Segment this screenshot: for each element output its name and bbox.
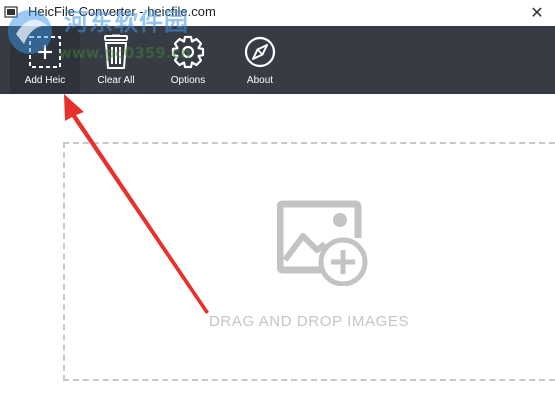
clear-all-label: Clear All <box>97 75 135 86</box>
app-icon <box>4 6 18 18</box>
drop-zone-text: DRAG AND DROP IMAGES <box>209 313 410 330</box>
clear-all-button[interactable]: Clear All <box>81 26 151 94</box>
add-heic-label: Add Heic <box>24 75 66 86</box>
close-icon: ✕ <box>530 5 544 22</box>
about-label: About <box>246 75 274 86</box>
options-button[interactable]: Options <box>153 26 223 94</box>
compass-icon <box>244 36 276 68</box>
gear-icon <box>171 35 205 69</box>
title-bar: HeicFile Converter - heicfile.com ✕ <box>0 0 555 26</box>
window-title: HeicFile Converter - heicfile.com <box>28 4 216 19</box>
add-heic-button[interactable]: Add Heic <box>10 26 80 94</box>
options-label: Options <box>170 75 206 86</box>
trash-icon <box>104 34 128 69</box>
about-button[interactable]: About <box>225 26 295 94</box>
add-image-icon <box>29 36 61 68</box>
image-add-icon <box>277 200 368 286</box>
toolbar: Add Heic Clear All Options About <box>0 26 555 94</box>
window-close-button[interactable]: ✕ <box>519 0 555 26</box>
